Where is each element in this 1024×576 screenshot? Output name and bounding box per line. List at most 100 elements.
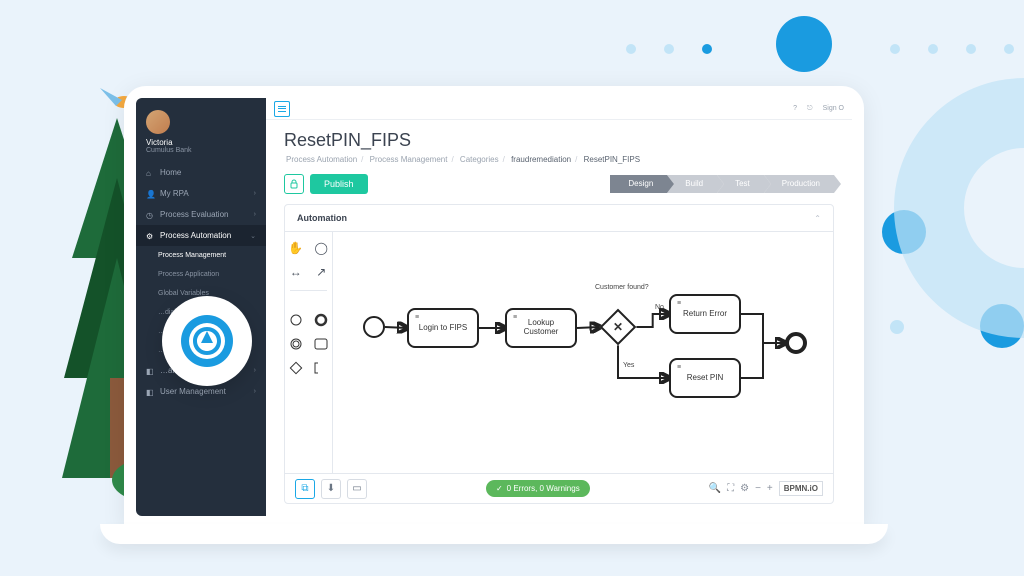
panel-title: Automation bbox=[297, 213, 347, 223]
lock-icon bbox=[289, 179, 299, 189]
gateway-node[interactable]: ✕ bbox=[600, 309, 637, 346]
task-label: Lookup Customer bbox=[511, 319, 571, 337]
task-type-icon bbox=[511, 313, 519, 321]
signout-label[interactable]: Sign O bbox=[823, 105, 844, 112]
breadcrumb-item[interactable]: fraudremediation bbox=[509, 155, 573, 164]
lock-button[interactable] bbox=[284, 174, 304, 194]
signout-icon[interactable]: ⎋ bbox=[807, 105, 813, 113]
panel-header[interactable]: Automation ⌃ bbox=[285, 205, 833, 232]
mulesoft-badge bbox=[162, 296, 252, 386]
chevron-right-icon: › bbox=[254, 388, 256, 395]
menu-toggle-button[interactable] bbox=[274, 101, 290, 117]
diagram-edges bbox=[333, 232, 833, 473]
breadcrumb-item[interactable]: Categories bbox=[458, 155, 501, 164]
sidebar-item-label: User Management bbox=[160, 387, 226, 396]
start-event-node[interactable] bbox=[363, 316, 385, 338]
users-icon: ◧ bbox=[146, 388, 154, 396]
stage-build[interactable]: Build bbox=[667, 175, 717, 193]
lasso-tool-icon[interactable]: ◯ bbox=[313, 240, 329, 256]
space-tool-icon[interactable]: ↔ bbox=[288, 264, 304, 280]
decor-dot bbox=[890, 320, 904, 334]
view-diagram-button[interactable]: ⧉ bbox=[295, 479, 315, 499]
video-button[interactable]: ▭ bbox=[347, 479, 367, 499]
sidebar-item-process-automation[interactable]: ⚙ Process Automation ⌄ bbox=[136, 225, 266, 246]
sidebar-item-myrpa[interactable]: 👤My RPA› bbox=[136, 183, 266, 204]
decor-dot bbox=[1004, 44, 1014, 54]
task-type-icon bbox=[675, 363, 683, 371]
status-pill: ✓0 Errors, 0 Warnings bbox=[486, 480, 590, 497]
annotation-tool-icon[interactable] bbox=[313, 360, 329, 376]
stage-design[interactable]: Design bbox=[610, 175, 667, 193]
clock-icon: ◷ bbox=[146, 211, 154, 219]
breadcrumb-item[interactable]: Process Automation bbox=[284, 155, 359, 164]
task-type-icon bbox=[413, 313, 421, 321]
panel-icon: ◧ bbox=[146, 367, 154, 375]
intermediate-event-tool-icon[interactable] bbox=[288, 336, 304, 352]
start-event-tool-icon[interactable] bbox=[288, 312, 304, 328]
gateway-tool-icon[interactable] bbox=[288, 360, 304, 376]
sidebar-item-label: Home bbox=[160, 168, 181, 177]
app-screen: Victoria Cumulus Bank ⌂ Home 👤My RPA› ◷ Pr… bbox=[136, 98, 852, 516]
automation-panel: Automation ⌃ ✋ ◯ ↔ ↗ bbox=[284, 204, 834, 504]
user-name: Victoria bbox=[146, 138, 256, 147]
gear-icon: ⚙ bbox=[146, 232, 154, 240]
task-node-reset-pin[interactable]: Reset PIN bbox=[669, 358, 741, 398]
stage-test[interactable]: Test bbox=[717, 175, 764, 193]
sidebar-item-label: Process Application bbox=[158, 271, 219, 278]
settings-icon[interactable]: ⚙ bbox=[740, 483, 749, 494]
breadcrumb: Process Automation/ Process Management/ … bbox=[284, 155, 834, 164]
bpmn-canvas[interactable]: Login to FIPS Lookup Customer Customer f… bbox=[333, 232, 833, 473]
task-type-icon bbox=[675, 299, 683, 307]
task-node-return-error[interactable]: Return Error bbox=[669, 294, 741, 334]
action-row: Publish Design Build Test Production bbox=[266, 164, 852, 204]
sidebar-subitem-process-management[interactable]: Process Management bbox=[136, 246, 266, 265]
tool-palette: ✋ ◯ ↔ ↗ bbox=[285, 232, 333, 473]
task-node-lookup[interactable]: Lookup Customer bbox=[505, 308, 577, 348]
flow-label-yes: Yes bbox=[623, 362, 634, 369]
plus-icon[interactable]: + bbox=[767, 483, 773, 494]
sidebar-item-label: Process Management bbox=[158, 252, 226, 259]
main-content: ? ⎋ Sign O ResetPIN_FIPS Process Automat… bbox=[266, 98, 852, 516]
task-label: Reset PIN bbox=[687, 374, 723, 383]
minus-icon[interactable]: − bbox=[755, 483, 761, 494]
avatar[interactable] bbox=[146, 110, 170, 134]
end-event-node[interactable] bbox=[785, 332, 807, 354]
connect-tool-icon[interactable]: ↗ bbox=[313, 264, 329, 280]
stage-pipeline: Design Build Test Production bbox=[610, 175, 834, 193]
chevron-up-icon: ⌃ bbox=[814, 214, 821, 223]
hand-tool-icon[interactable]: ✋ bbox=[288, 240, 304, 256]
decor-dot bbox=[966, 44, 976, 54]
page-title: ResetPIN_FIPS bbox=[284, 130, 834, 151]
gateway-label: Customer found? bbox=[595, 284, 649, 291]
sidebar-item-label: Process Automation bbox=[160, 231, 231, 240]
user-block[interactable]: Victoria Cumulus Bank bbox=[136, 98, 266, 162]
download-button[interactable]: ⬇ bbox=[321, 479, 341, 499]
sidebar-item-home[interactable]: ⌂ Home bbox=[136, 162, 266, 183]
chevron-right-icon: › bbox=[254, 211, 256, 218]
decor-dot bbox=[702, 44, 712, 54]
fit-icon[interactable]: ⛶ bbox=[727, 483, 734, 494]
chevron-down-icon: ⌄ bbox=[250, 232, 256, 240]
sidebar-item-label: Process Evaluation bbox=[160, 210, 228, 219]
decor-dot bbox=[664, 44, 674, 54]
task-tool-icon[interactable] bbox=[313, 336, 329, 352]
sidebar-item-process-eval[interactable]: ◷ Process Evaluation › bbox=[136, 204, 266, 225]
decor-dot bbox=[890, 44, 900, 54]
task-node-login[interactable]: Login to FIPS bbox=[407, 308, 479, 348]
task-label: Return Error bbox=[683, 310, 727, 319]
laptop-base bbox=[100, 524, 888, 544]
zoom-icon[interactable]: 🔍 bbox=[709, 483, 721, 494]
decor-dot bbox=[626, 44, 636, 54]
home-icon: ⌂ bbox=[146, 169, 154, 177]
stage-production[interactable]: Production bbox=[764, 175, 834, 193]
breadcrumb-item[interactable]: Process Management bbox=[368, 155, 450, 164]
task-label: Login to FIPS bbox=[419, 324, 467, 333]
user-subtitle: Cumulus Bank bbox=[146, 147, 256, 154]
help-icon[interactable]: ? bbox=[793, 105, 797, 112]
palette-divider bbox=[290, 290, 328, 291]
mulesoft-logo-icon bbox=[179, 313, 235, 369]
publish-button[interactable]: Publish bbox=[310, 174, 368, 194]
canvas-tools: 🔍 ⛶ ⚙ − + bbox=[709, 483, 773, 494]
end-event-tool-icon[interactable] bbox=[313, 312, 329, 328]
sidebar-subitem-process-application[interactable]: Process Application bbox=[136, 265, 266, 284]
